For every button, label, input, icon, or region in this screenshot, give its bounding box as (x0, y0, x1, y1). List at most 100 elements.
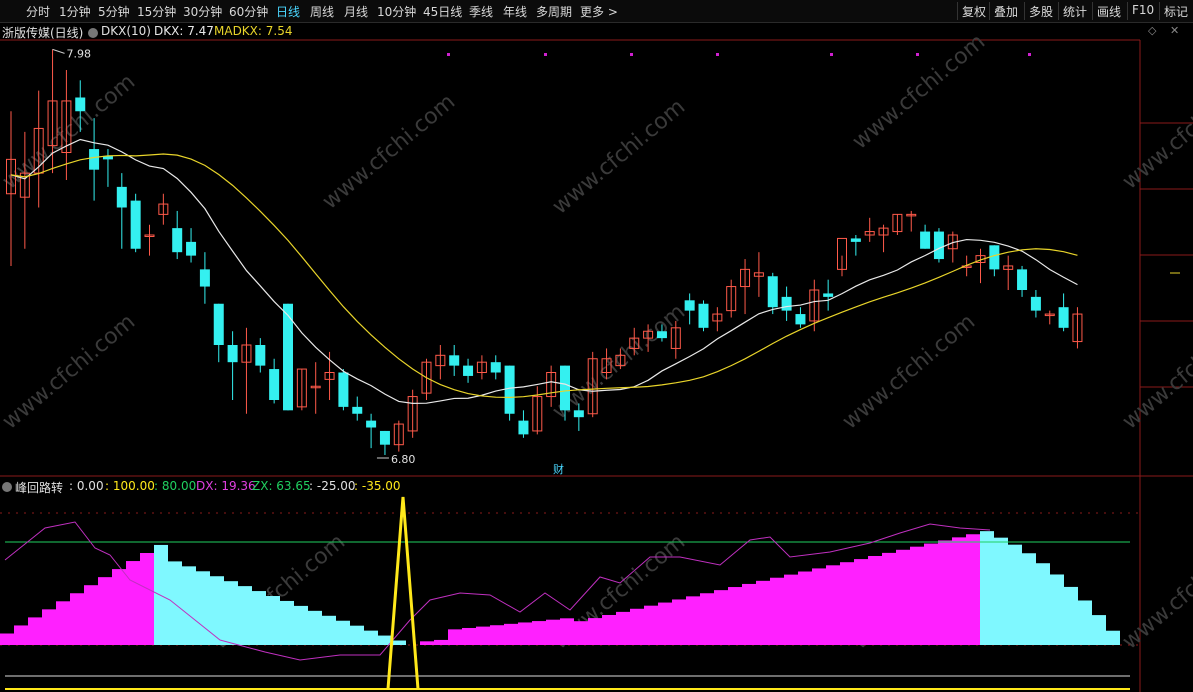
histogram-bar (98, 577, 112, 645)
histogram-bar (966, 534, 980, 645)
histogram-bar (686, 596, 700, 645)
histogram-bar (798, 571, 812, 645)
candle-body-down (1058, 307, 1069, 328)
candle-body-down (656, 331, 667, 339)
histogram-bar (588, 618, 602, 645)
histogram-bar (756, 580, 770, 645)
histogram-bar (854, 559, 868, 645)
histogram-bar (700, 593, 714, 645)
candle-body-down (172, 228, 183, 253)
histogram-bar (168, 561, 182, 645)
watermark-3: www.cfchi.com (548, 94, 690, 219)
histogram-bar (672, 599, 686, 645)
histogram-bar (56, 601, 70, 645)
histogram-bar (280, 600, 294, 645)
candle-body-down (1030, 296, 1041, 311)
candle-body-down (89, 149, 100, 170)
histogram-bar (1064, 586, 1078, 645)
candle-body-down (823, 293, 834, 297)
candle-body-down (795, 314, 806, 325)
histogram-bar (448, 629, 462, 645)
histogram-bar (924, 543, 938, 645)
candle-body-down (573, 410, 584, 418)
candle-body-down (560, 365, 570, 411)
histogram-bar (308, 610, 322, 645)
histogram-bar (770, 577, 784, 645)
histogram-bar (0, 633, 14, 645)
candle-body-down (352, 406, 363, 414)
signal-dot-4 (830, 53, 833, 56)
candle-body-down (920, 231, 931, 249)
histogram-bar (70, 593, 84, 645)
histogram-bar (938, 540, 952, 645)
histogram-bar (476, 626, 490, 645)
histogram-bar (140, 553, 154, 645)
signal-dot-5 (916, 53, 919, 56)
watermark-7: www.cfchi.com (1118, 69, 1193, 194)
candle-body-down (698, 303, 709, 328)
histogram-bar (812, 568, 826, 645)
candle-body-down (449, 355, 460, 366)
histogram-bar (1092, 615, 1106, 645)
candle-body-down (463, 365, 474, 376)
histogram-bar (644, 605, 658, 645)
histogram-bar (504, 623, 518, 645)
histogram-bar (350, 625, 364, 645)
histogram-bar (1022, 553, 1036, 645)
low-price-label: 6.80 (391, 453, 416, 466)
histogram-bar (1106, 630, 1120, 645)
candle-body-down (989, 245, 1000, 270)
candle-body-down (933, 231, 944, 260)
candle-body-down (767, 276, 778, 308)
histogram-bar (1008, 544, 1022, 645)
histogram-bar (224, 581, 238, 645)
histogram-bar (490, 625, 504, 645)
histogram-bar (742, 583, 756, 645)
histogram-bar (728, 587, 742, 645)
high-marker-line (52, 48, 65, 54)
histogram-bar (322, 615, 336, 645)
histogram-bar (560, 618, 574, 645)
signal-dot-1 (544, 53, 547, 56)
candle-body-down (213, 303, 224, 345)
histogram-bar (294, 605, 308, 645)
candle-body-down (379, 430, 390, 445)
histogram-bar (84, 585, 98, 645)
histogram-bar (420, 641, 434, 645)
histogram-bar (840, 562, 854, 645)
histogram-bar (434, 639, 448, 645)
histogram-bar (182, 566, 196, 645)
histogram-bar (602, 614, 616, 645)
histogram-bar (518, 622, 532, 645)
candle-body-down (1017, 269, 1028, 290)
histogram-bar (714, 590, 728, 645)
histogram-bar (28, 617, 42, 645)
signal-dot-6 (1028, 53, 1031, 56)
histogram-bar (210, 576, 224, 645)
histogram-bar (1036, 563, 1050, 645)
chart-canvas[interactable]: www.cfchi.com www.cfchi.com www.cfchi.com w… (0, 0, 1193, 692)
signal-dot-3 (716, 53, 719, 56)
candle-body-down (338, 372, 349, 407)
histogram-bar (784, 574, 798, 645)
signal-dot-2 (630, 53, 633, 56)
histogram-bar (574, 621, 588, 645)
histogram-bar (896, 549, 910, 645)
histogram-bar (910, 546, 924, 645)
watermark-11: www.cfchi.com (1118, 529, 1193, 654)
histogram-bar (266, 596, 280, 645)
histogram-bar (462, 627, 476, 645)
histogram-bar (392, 640, 406, 645)
histogram-bar (364, 630, 378, 645)
candle-body-down (366, 420, 377, 428)
candle-body-down (490, 362, 501, 373)
candle-body-down (684, 300, 695, 311)
signal-dot-0 (447, 53, 450, 56)
candle-body-down (186, 241, 197, 256)
candle-body-down (781, 296, 792, 311)
watermark-6: www.cfchi.com (1118, 309, 1193, 434)
histogram-bar (1078, 600, 1092, 645)
histogram-bar (882, 552, 896, 645)
histogram-bar (658, 602, 672, 645)
candle-body-down (116, 186, 127, 208)
